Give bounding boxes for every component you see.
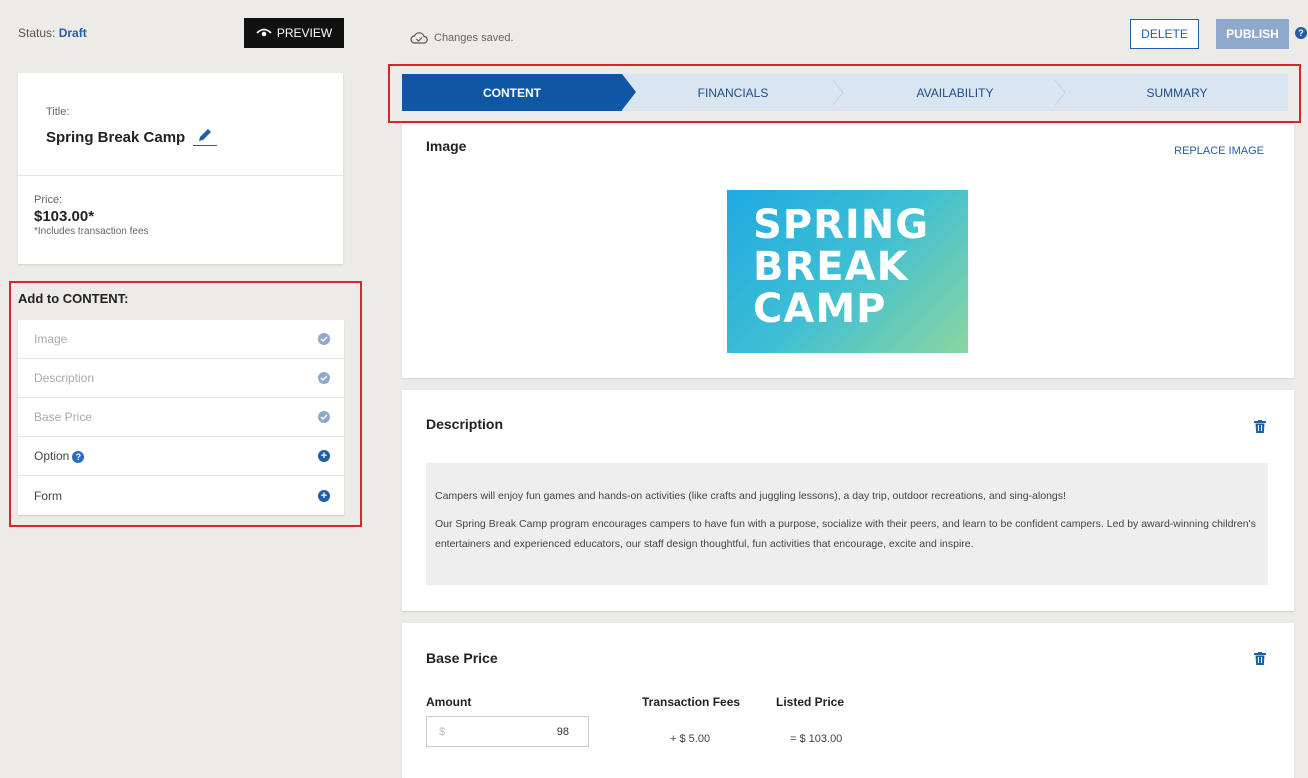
add-item-image: Image <box>18 320 344 359</box>
add-to-content-heading: Add to CONTENT: <box>18 291 129 306</box>
image-section-title: Image <box>426 138 467 154</box>
add-to-content-panel: Add to CONTENT: Image Description Base P… <box>9 281 362 527</box>
description-text[interactable]: Campers will enjoy fun games and hands-o… <box>426 463 1268 585</box>
add-content-list: Image Description Base Price Option? + F… <box>18 320 344 515</box>
title-block: Title: Spring Break Camp <box>18 73 343 176</box>
description-section: Description Campers will enjoy fun games… <box>402 390 1294 611</box>
stepper-highlight: CONTENT FINANCIALS AVAILABILITY SUMMARY <box>388 64 1301 123</box>
description-section-title: Description <box>426 416 504 432</box>
step-financials[interactable]: FINANCIALS <box>622 74 844 111</box>
chevron-right-icon <box>1054 80 1066 105</box>
add-item-label: Option <box>34 449 70 463</box>
save-status-text: Changes saved. <box>434 31 514 44</box>
preview-label: PREVIEW <box>276 26 333 40</box>
listing-title: Spring Break Camp <box>46 129 186 146</box>
step-label: FINANCIALS <box>697 85 769 100</box>
check-circle-icon <box>318 333 330 345</box>
plus-circle-icon[interactable]: + <box>318 489 330 502</box>
plus-circle-icon[interactable]: + <box>318 450 330 462</box>
hero-line: BREAK <box>753 244 909 290</box>
base-price-section: Base Price Amount Transaction Fees Liste… <box>402 623 1294 778</box>
add-item-label: Base Price <box>34 410 93 424</box>
pencil-icon <box>199 128 212 141</box>
image-section: Image REPLACE IMAGE SPRING BREAK CAMP <box>402 124 1294 378</box>
add-item-description: Description <box>18 359 344 398</box>
replace-image-link[interactable]: REPLACE IMAGE <box>1174 145 1264 157</box>
hero-line: SPRING <box>753 202 930 248</box>
edit-title-button[interactable] <box>193 124 218 146</box>
cloud-check-icon <box>410 32 428 44</box>
base-price-section-title: Base Price <box>426 650 498 666</box>
amount-label: Amount <box>426 695 472 709</box>
save-status: Changes saved. <box>410 31 514 44</box>
status-label: Status: <box>18 26 56 40</box>
check-circle-icon <box>318 411 330 423</box>
description-paragraph: Our Spring Break Camp program encourages… <box>435 518 1256 550</box>
chevron-right-icon <box>832 80 844 105</box>
preview-button[interactable]: PREVIEW <box>244 18 344 48</box>
amount-value: 98 <box>556 725 569 738</box>
add-item-label: Form <box>34 488 62 503</box>
step-availability[interactable]: AVAILABILITY <box>844 74 1066 111</box>
help-icon[interactable]: ? <box>72 450 85 463</box>
camp-hero-image: SPRING BREAK CAMP <box>727 190 968 353</box>
description-paragraph: Campers will enjoy fun games and hands-o… <box>435 490 1066 502</box>
add-item-form[interactable]: Form + <box>18 476 344 515</box>
step-label: AVAILABILITY <box>916 85 994 100</box>
step-content[interactable]: CONTENT <box>402 74 636 111</box>
transaction-fees-value: + $ 5.00 <box>670 733 711 745</box>
status-indicator: Status: Draft <box>18 26 87 40</box>
price-note: *Includes transaction fees <box>34 226 149 237</box>
status-value: Draft <box>58 26 87 40</box>
add-item-option[interactable]: Option? + <box>18 437 344 476</box>
add-item-label: Image <box>34 332 68 346</box>
add-item-label: Description <box>34 371 95 385</box>
listing-price: $103.00* <box>34 208 95 225</box>
hero-line: CAMP <box>753 286 887 332</box>
check-circle-icon <box>318 372 330 384</box>
trash-icon[interactable] <box>1254 652 1266 665</box>
price-block: Price: $103.00* *Includes transaction fe… <box>18 176 343 237</box>
currency-symbol: $ <box>439 725 446 738</box>
price-label: Price: <box>34 194 63 206</box>
listed-price-value: = $ 103.00 <box>790 733 843 745</box>
step-summary[interactable]: SUMMARY <box>1066 74 1288 111</box>
transaction-fees-label: Transaction Fees <box>642 695 741 709</box>
listing-summary-card: Title: Spring Break Camp Price: $103.00*… <box>18 73 343 264</box>
add-item-base-price: Base Price <box>18 398 344 437</box>
publish-button[interactable]: PUBLISH <box>1216 19 1289 49</box>
workflow-stepper: CONTENT FINANCIALS AVAILABILITY SUMMARY <box>402 74 1288 111</box>
title-label: Title: <box>46 106 70 118</box>
listed-price-label: Listed Price <box>776 695 845 709</box>
delete-button[interactable]: DELETE <box>1130 19 1199 49</box>
publish-help-icon[interactable]: ? <box>1295 27 1307 39</box>
trash-icon[interactable] <box>1254 420 1266 433</box>
amount-input[interactable]: $ 98 <box>426 716 589 747</box>
eye-icon <box>256 28 272 37</box>
